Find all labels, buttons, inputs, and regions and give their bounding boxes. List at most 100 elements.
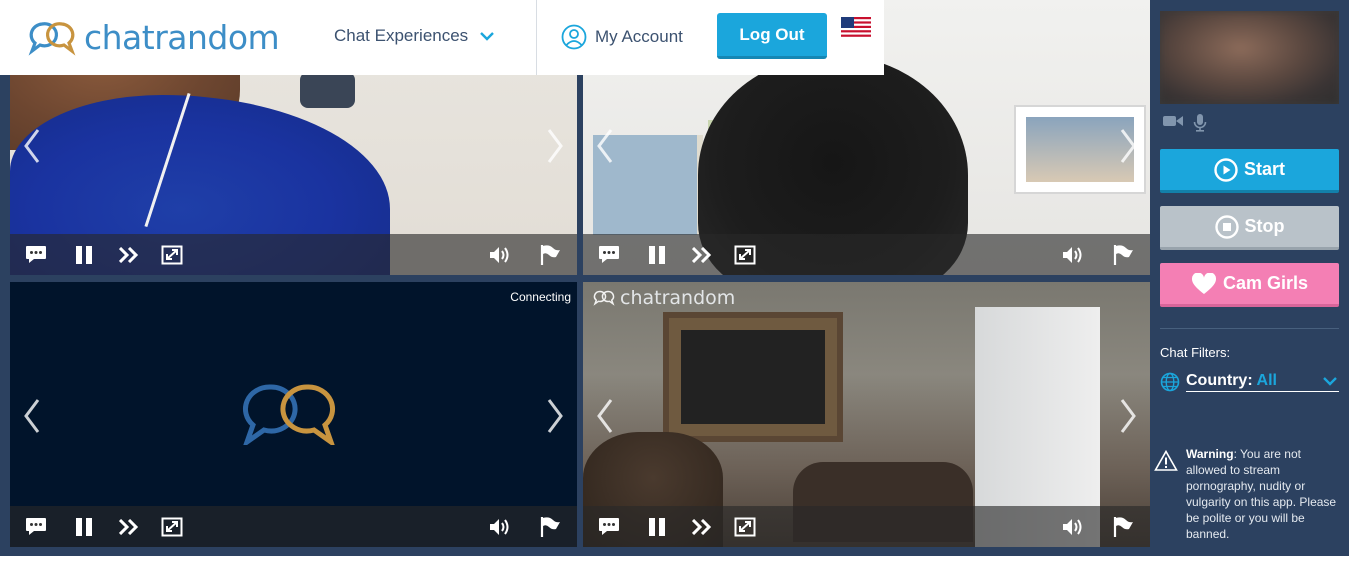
volume-icon <box>1063 519 1082 535</box>
brand-logo[interactable]: chatrandom <box>28 18 280 57</box>
volume-button[interactable] <box>1061 515 1085 539</box>
chat-experiences-dropdown[interactable]: Chat Experiences <box>334 26 495 46</box>
country-filter-select[interactable]: Country: All <box>1160 371 1339 393</box>
country-value: All <box>1256 372 1277 389</box>
chat-filters-label: Chat Filters: <box>1160 345 1231 360</box>
video-control-bar <box>583 506 1150 547</box>
skip-button[interactable] <box>117 515 141 539</box>
pause-button[interactable] <box>72 243 96 267</box>
report-flag-button[interactable] <box>1111 515 1135 539</box>
app-root: chatrandom Chat Experiences My Account L… <box>0 0 1349 580</box>
cam-girls-label: Cam Girls <box>1222 273 1309 293</box>
cam-girls-button[interactable]: Cam Girls <box>1160 263 1339 307</box>
stop-label: Stop <box>1244 216 1285 236</box>
country-filter-field: Country: All <box>1186 372 1339 392</box>
pause-icon <box>76 246 92 264</box>
start-label: Start <box>1243 159 1285 179</box>
expand-icon <box>161 517 183 537</box>
volume-button[interactable] <box>1061 243 1085 267</box>
brand-wordmark: chatrandom <box>84 18 280 57</box>
skip-button[interactable] <box>690 243 714 267</box>
pause-button[interactable] <box>645 243 669 267</box>
chat-icon <box>26 518 46 535</box>
chat-bubbles-logo-icon <box>28 22 76 56</box>
logout-button[interactable]: Log Out <box>717 13 827 59</box>
chat-icon <box>26 246 46 263</box>
volume-button[interactable] <box>488 243 512 267</box>
pause-button[interactable] <box>72 515 96 539</box>
report-flag-button[interactable] <box>1111 243 1135 267</box>
globe-icon <box>1160 372 1180 392</box>
start-button[interactable]: Start <box>1160 149 1339 193</box>
expand-button[interactable] <box>160 515 184 539</box>
video-control-bar <box>583 234 1150 275</box>
video-control-bar <box>10 234 577 275</box>
chevron-down-icon <box>480 32 495 41</box>
skip-icon <box>692 247 712 263</box>
chat-bubbles-logo-icon <box>593 290 615 306</box>
stop-button[interactable]: Stop <box>1160 206 1339 250</box>
next-arrow-icon[interactable] <box>1114 126 1142 166</box>
expand-button[interactable] <box>733 515 757 539</box>
pause-icon <box>649 246 665 264</box>
chatrandom-watermark: chatrandom <box>593 287 735 309</box>
next-arrow-icon[interactable] <box>541 126 569 166</box>
skip-icon <box>119 247 139 263</box>
play-icon <box>1214 157 1238 182</box>
expand-button[interactable] <box>160 243 184 267</box>
video-control-bar <box>10 506 577 547</box>
previous-arrow-icon[interactable] <box>18 126 46 166</box>
video-tile-3[interactable]: Connecting <box>10 282 577 547</box>
expand-icon <box>734 517 756 537</box>
warning-message: : You are not allowed to stream pornogra… <box>1186 447 1337 541</box>
expand-icon <box>734 245 756 265</box>
pause-button[interactable] <box>645 515 669 539</box>
skip-icon <box>692 519 712 535</box>
country-label: Country: <box>1186 372 1253 389</box>
volume-icon <box>490 519 509 535</box>
sidebar-divider <box>1160 328 1339 329</box>
nav-divider <box>536 0 537 75</box>
pause-icon <box>649 518 665 536</box>
video-camera-icon[interactable] <box>1163 114 1183 128</box>
my-account-label: My Account <box>595 27 683 46</box>
top-navigation-bar: chatrandom Chat Experiences My Account L… <box>0 0 884 75</box>
heart-icon <box>1191 272 1216 294</box>
chat-icon <box>599 518 619 535</box>
volume-button[interactable] <box>488 515 512 539</box>
expand-button[interactable] <box>733 243 757 267</box>
chat-button[interactable] <box>24 515 48 539</box>
report-flag-button[interactable] <box>538 515 562 539</box>
skip-button[interactable] <box>690 515 714 539</box>
report-flag-icon <box>540 517 560 537</box>
media-device-icons <box>1163 114 1207 132</box>
pause-icon <box>76 518 92 536</box>
next-arrow-icon[interactable] <box>541 396 569 436</box>
video-tile-4[interactable]: chatrandom <box>583 282 1150 547</box>
chevron-down-icon <box>1323 377 1337 386</box>
us-flag-icon[interactable] <box>841 17 871 39</box>
previous-arrow-icon[interactable] <box>18 396 46 436</box>
skip-icon <box>119 519 139 535</box>
warning-title: Warning <box>1186 447 1234 461</box>
microphone-icon[interactable] <box>1193 114 1207 132</box>
chat-button[interactable] <box>24 243 48 267</box>
skip-button[interactable] <box>117 243 141 267</box>
stop-icon <box>1214 214 1239 239</box>
my-account-link[interactable]: My Account <box>561 24 683 50</box>
chat-button[interactable] <box>597 515 621 539</box>
previous-arrow-icon[interactable] <box>591 396 619 436</box>
report-flag-icon <box>540 245 560 265</box>
previous-arrow-icon[interactable] <box>591 126 619 166</box>
user-avatar-icon <box>561 24 587 50</box>
chat-button[interactable] <box>597 243 621 267</box>
warning-triangle-icon <box>1154 450 1178 471</box>
watermark-text: chatrandom <box>620 287 736 309</box>
report-flag-icon <box>1113 517 1133 537</box>
next-arrow-icon[interactable] <box>1114 396 1142 436</box>
chat-icon <box>599 246 619 263</box>
chat-experiences-label: Chat Experiences <box>334 26 469 45</box>
warning-notice: Warning: You are not allowed to stream p… <box>1154 446 1344 542</box>
connecting-status: Connecting <box>510 290 571 304</box>
report-flag-button[interactable] <box>538 243 562 267</box>
